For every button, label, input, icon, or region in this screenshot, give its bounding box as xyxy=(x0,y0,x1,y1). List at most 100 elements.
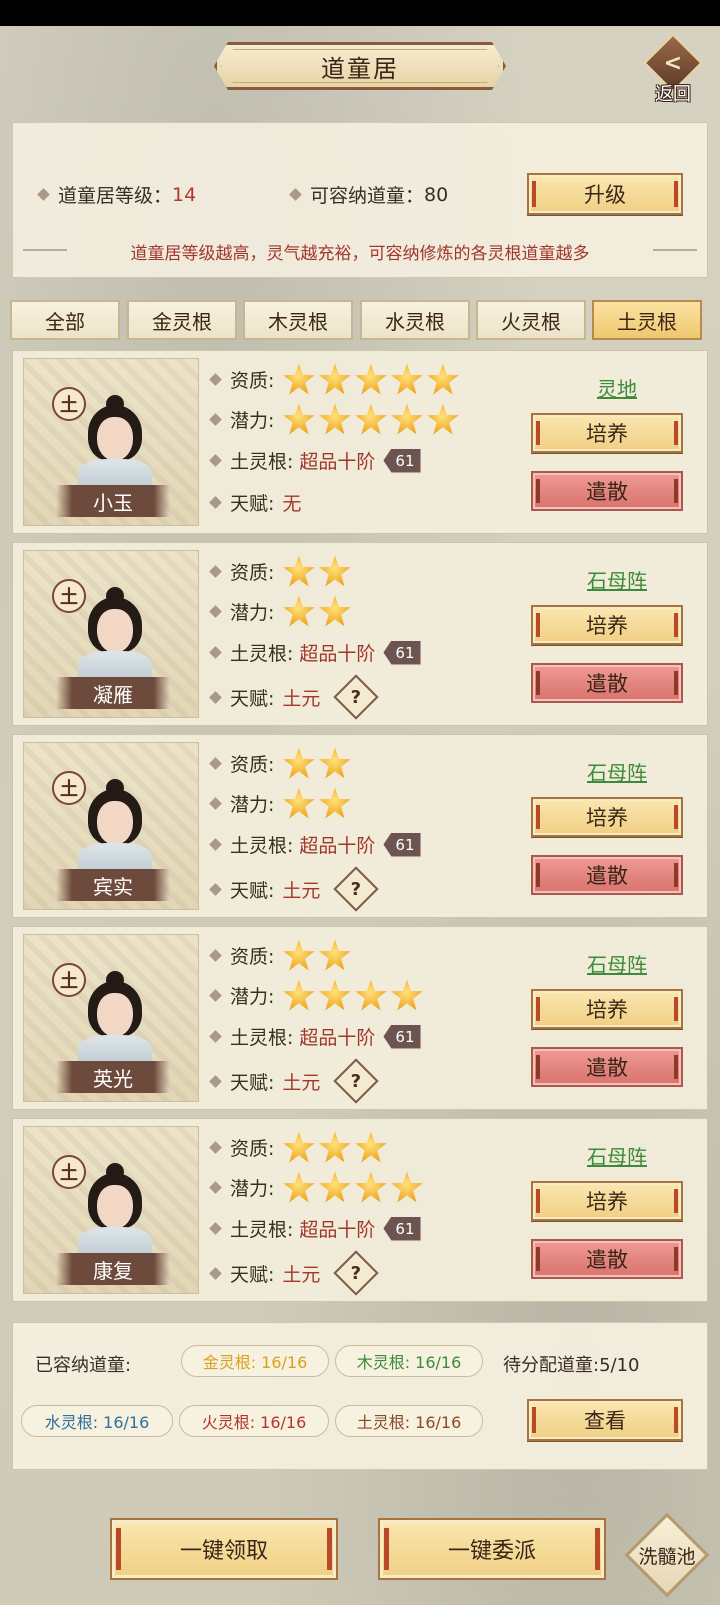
view-button[interactable]: 查看 xyxy=(527,1399,683,1441)
star-icon xyxy=(283,787,315,819)
disciple-portrait[interactable]: 土 小玉 xyxy=(23,358,199,526)
cultivate-button[interactable]: 培养 xyxy=(531,605,683,645)
star-icon xyxy=(283,979,315,1011)
tab-all[interactable]: 全部 xyxy=(10,300,120,340)
talent-label: 天赋: xyxy=(230,493,275,515)
disciple-card: 土 小玉 资质: 潜力: 土灵根: 超品十阶 61 天赋: 无 灵地 培养 遣散 xyxy=(12,350,708,534)
dispatch-all-label: 一键委派 xyxy=(447,1539,536,1564)
star-icon xyxy=(283,363,315,395)
marrow-pool-button[interactable]: 洗髓池 xyxy=(624,1512,710,1598)
tab-wood-root[interactable]: 木灵根 xyxy=(243,300,353,340)
disciple-location[interactable]: 灵地 xyxy=(553,373,681,402)
diamond-bullet-icon xyxy=(209,1266,222,1280)
diamond-bullet-icon xyxy=(209,373,222,386)
disciple-portrait[interactable]: 土 康复 xyxy=(23,1126,199,1294)
dispatch-all-button[interactable]: 一键委派 xyxy=(378,1518,606,1580)
tab-earth-root[interactable]: 土灵根 xyxy=(592,300,702,340)
disciple-card: 土 凝雁 资质: 潜力: 土灵根: 超品十阶 61 天赋: 土元 ? 石母阵 培… xyxy=(12,542,708,726)
disciple-location[interactable]: 石母阵 xyxy=(553,757,681,786)
root-grade: 超品十阶 xyxy=(299,451,376,473)
tab-metal-root[interactable]: 金灵根 xyxy=(127,300,237,340)
star-icon xyxy=(427,363,459,395)
info-description: 道童居等级越高，灵气越充裕，可容纳修炼的各灵根道童越多 xyxy=(130,244,590,264)
disciple-portrait[interactable]: 土 宾实 xyxy=(23,742,199,910)
root-count-text: 水灵根: 16/16 xyxy=(44,1413,150,1432)
dismiss-button[interactable]: 遣散 xyxy=(531,471,683,511)
dismiss-button[interactable]: 遣散 xyxy=(531,663,683,703)
dismiss-label: 遣散 xyxy=(586,1248,628,1272)
star-icon xyxy=(283,1171,315,1203)
dismiss-label: 遣散 xyxy=(586,672,628,696)
level-value: 14 xyxy=(172,183,197,206)
root-label: 土灵根: xyxy=(230,835,294,857)
cultivate-label: 培养 xyxy=(586,1190,628,1214)
aptitude-label: 资质: xyxy=(230,562,275,584)
dismiss-button[interactable]: 遣散 xyxy=(531,855,683,895)
potential-row: 潜力: xyxy=(209,787,351,820)
disciple-location[interactable]: 石母阵 xyxy=(553,565,681,594)
metal-root-count: 金灵根: 16/16 xyxy=(181,1345,329,1377)
aptitude-stars xyxy=(282,555,351,588)
cultivate-button[interactable]: 培养 xyxy=(531,1181,683,1221)
talent-question-icon[interactable]: ? xyxy=(333,866,380,912)
diamond-bullet-icon xyxy=(209,565,222,578)
upgrade-button[interactable]: 升级 xyxy=(527,173,683,215)
cultivate-label: 培养 xyxy=(586,806,628,830)
fire-root-count: 火灵根: 16/16 xyxy=(179,1405,329,1437)
root-level-badge: 61 xyxy=(383,640,421,665)
talent-value: 土元 xyxy=(282,687,321,710)
root-count-text: 火灵根: 16/16 xyxy=(201,1413,307,1432)
disciple-location[interactable]: 石母阵 xyxy=(553,1141,681,1170)
diamond-bullet-icon xyxy=(209,1222,222,1235)
tab-fire-root[interactable]: 火灵根 xyxy=(476,300,586,340)
diamond-bullet-icon xyxy=(209,1181,222,1194)
star-icon xyxy=(319,787,351,819)
diamond-bullet-icon xyxy=(209,1030,222,1043)
star-icon xyxy=(355,403,387,435)
earth-element-icon: 土 xyxy=(52,771,86,805)
star-icon xyxy=(355,1131,387,1163)
diamond-bullet-icon xyxy=(209,882,222,896)
cultivate-button[interactable]: 培养 xyxy=(531,989,683,1029)
dismiss-button[interactable]: 遣散 xyxy=(531,1047,683,1087)
back-button[interactable]: < 返回 xyxy=(640,33,706,105)
potential-stars xyxy=(282,595,351,628)
aptitude-row: 资质: xyxy=(209,747,351,780)
potential-stars xyxy=(282,979,423,1012)
tab-water-root[interactable]: 水灵根 xyxy=(360,300,470,340)
talent-question-icon[interactable]: ? xyxy=(333,1058,380,1104)
earth-element-icon: 土 xyxy=(52,579,86,613)
root-count-text: 木灵根: 16/16 xyxy=(356,1353,462,1372)
cultivate-button[interactable]: 培养 xyxy=(531,797,683,837)
disciple-portrait[interactable]: 土 凝雁 xyxy=(23,550,199,718)
tab-label: 全部 xyxy=(45,309,85,334)
talent-value: 土元 xyxy=(282,879,321,902)
avatar xyxy=(78,587,152,685)
diamond-bullet-icon xyxy=(209,646,222,659)
potential-stars xyxy=(282,787,351,820)
disciple-portrait[interactable]: 土 英光 xyxy=(23,934,199,1102)
disciple-location[interactable]: 石母阵 xyxy=(553,949,681,978)
cultivate-button[interactable]: 培养 xyxy=(531,413,683,453)
wood-root-count: 木灵根: 16/16 xyxy=(335,1345,483,1377)
root-row: 土灵根: 超品十阶 61 xyxy=(209,447,421,474)
talent-question-icon[interactable]: ? xyxy=(333,1250,380,1296)
dismiss-button[interactable]: 遣散 xyxy=(531,1239,683,1279)
star-icon xyxy=(319,595,351,627)
talent-question-icon[interactable]: ? xyxy=(333,674,380,720)
root-grade: 超品十阶 xyxy=(299,643,376,665)
water-root-count: 水灵根: 16/16 xyxy=(21,1405,173,1437)
talent-label: 天赋: xyxy=(230,879,275,902)
star-icon xyxy=(355,979,387,1011)
claim-all-button[interactable]: 一键领取 xyxy=(110,1518,338,1580)
star-icon xyxy=(319,1171,351,1203)
star-icon xyxy=(319,939,351,971)
aptitude-stars xyxy=(282,363,459,396)
diamond-bullet-icon xyxy=(209,413,222,426)
disciple-name: 英光 xyxy=(56,1061,170,1093)
disciple-card: 土 康复 资质: 潜力: 土灵根: 超品十阶 61 天赋: 土元 ? 石母阵 培… xyxy=(12,1118,708,1302)
root-label: 土灵根: xyxy=(230,1219,294,1241)
diamond-bullet-icon xyxy=(289,188,302,201)
root-filter-tabs: 全部 金灵根 木灵根 水灵根 火灵根 土灵根 xyxy=(10,300,710,342)
aptitude-label: 资质: xyxy=(230,370,275,392)
